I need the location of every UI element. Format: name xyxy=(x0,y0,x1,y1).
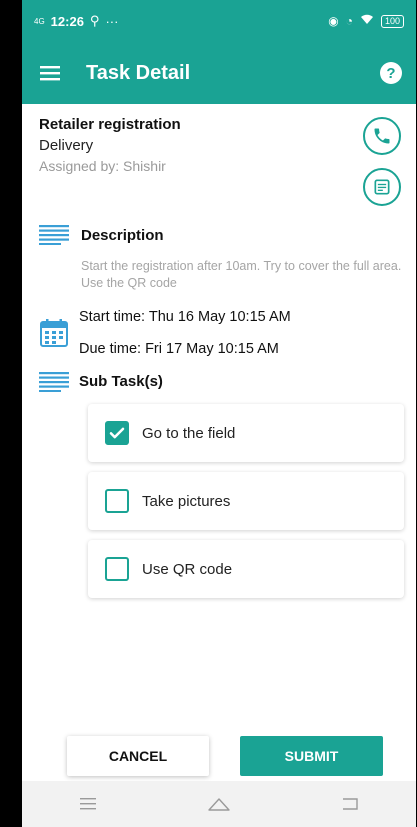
phone-screen: 4G 12:26 ⚲ ··· ◉ ◔ 100 Task Detail ? Ret… xyxy=(22,0,416,827)
call-button[interactable] xyxy=(363,117,401,155)
more-notifications-icon: ··· xyxy=(105,13,119,29)
check-icon xyxy=(109,427,125,439)
notes-icon xyxy=(374,179,390,195)
subtask-item[interactable]: Go to the field xyxy=(88,404,404,462)
start-time: Start time: Thu 16 May 10:15 AM xyxy=(79,309,291,325)
task-assigned-by: Assigned by: Shishir xyxy=(39,158,166,174)
system-nav-bar xyxy=(22,781,416,827)
task-title: Retailer registration xyxy=(39,116,181,133)
task-header: Retailer registration Delivery Assigned … xyxy=(39,116,181,174)
help-icon[interactable]: ? xyxy=(380,62,402,84)
battery-icon: 100 xyxy=(380,14,404,28)
status-time: 12:26 xyxy=(50,13,84,29)
subtasks-label: Sub Task(s) xyxy=(79,373,163,390)
notes-button[interactable] xyxy=(363,168,401,206)
menu-lines-icon xyxy=(79,798,96,810)
status-bar: 4G 12:26 ⚲ ··· ◉ ◔ 100 xyxy=(22,0,416,42)
subtask-checkbox[interactable] xyxy=(105,421,129,445)
description-icon xyxy=(39,225,69,250)
alarm-icon: ◔ xyxy=(345,14,353,28)
subtask-checkbox[interactable] xyxy=(105,557,129,581)
location-icon: ◉ xyxy=(328,14,339,28)
subtask-label: Use QR code xyxy=(142,560,233,578)
calendar-icon xyxy=(39,318,69,353)
description-text: Start the registration after 10am. Try t… xyxy=(81,259,402,290)
recent-apps-button[interactable] xyxy=(58,784,118,824)
wifi-icon xyxy=(360,14,374,28)
description-label: Description xyxy=(81,227,164,244)
submit-button[interactable]: SUBMIT xyxy=(240,736,383,776)
back-button[interactable] xyxy=(320,784,380,824)
home-icon xyxy=(208,798,230,811)
cancel-button[interactable]: CANCEL xyxy=(67,736,209,776)
hamburger-menu-icon[interactable] xyxy=(22,42,78,104)
status-left: 4G 12:26 ⚲ ··· xyxy=(34,13,118,29)
subtask-label: Take pictures xyxy=(142,492,231,510)
home-button[interactable] xyxy=(189,784,249,824)
subtasks-icon xyxy=(39,372,69,397)
notification-icon: ⚲ xyxy=(89,13,100,28)
subtask-item[interactable]: Use QR code xyxy=(88,540,404,598)
signal-text: 4G xyxy=(34,16,45,26)
due-time: Due time: Fri 17 May 10:15 AM xyxy=(79,341,279,357)
status-right: ◉ ◔ 100 xyxy=(328,14,404,28)
subtask-label: Go to the field xyxy=(142,424,236,442)
page-title: Task Detail xyxy=(86,61,191,84)
subtask-item[interactable]: Take pictures xyxy=(88,472,404,530)
app-bar: Task Detail ? xyxy=(22,42,416,104)
subtask-checkbox[interactable] xyxy=(105,489,129,513)
phone-icon xyxy=(374,128,390,144)
back-icon xyxy=(343,798,359,810)
task-type: Delivery xyxy=(39,137,94,154)
